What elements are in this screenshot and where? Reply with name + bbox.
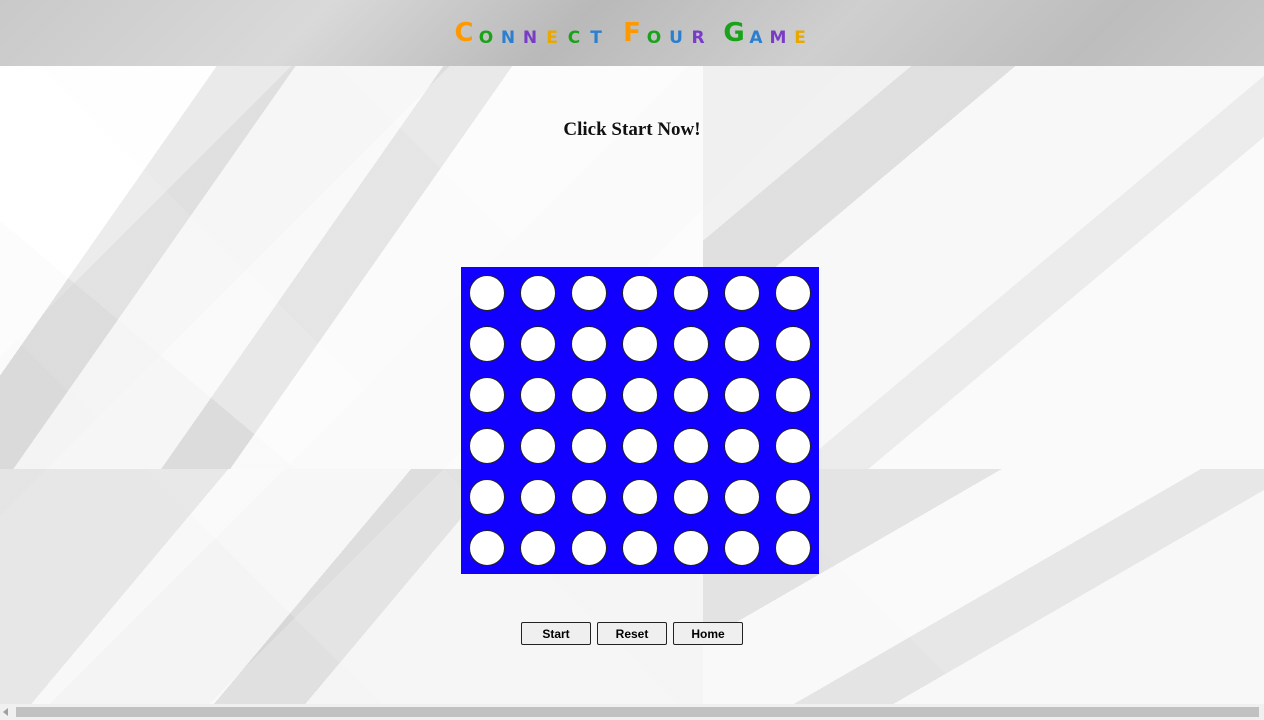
game-board xyxy=(461,267,819,574)
title-letter: U xyxy=(669,28,683,48)
board-cell[interactable] xyxy=(622,479,658,515)
board-cell[interactable] xyxy=(571,530,607,566)
board-cell[interactable] xyxy=(520,479,556,515)
board-cell[interactable] xyxy=(622,275,658,311)
board-cell[interactable] xyxy=(520,428,556,464)
board-cell[interactable] xyxy=(622,326,658,362)
board-cell[interactable] xyxy=(520,377,556,413)
board-cell[interactable] xyxy=(775,479,811,515)
board-cell[interactable] xyxy=(673,377,709,413)
title-letter: G xyxy=(723,18,745,48)
board-cell[interactable] xyxy=(724,377,760,413)
title-letter: A xyxy=(749,28,763,48)
board-cell[interactable] xyxy=(469,275,505,311)
board-cell[interactable] xyxy=(673,428,709,464)
scrollbar-thumb[interactable] xyxy=(16,707,1259,717)
board-cell[interactable] xyxy=(469,428,505,464)
reset-button[interactable]: Reset xyxy=(597,622,667,645)
start-button[interactable]: Start xyxy=(521,622,591,645)
board-cell[interactable] xyxy=(724,428,760,464)
board-cell[interactable] xyxy=(673,530,709,566)
title-letter xyxy=(607,28,621,48)
title-letter xyxy=(709,28,723,48)
board-cell[interactable] xyxy=(571,326,607,362)
board-cell[interactable] xyxy=(622,428,658,464)
title-letter: N xyxy=(500,28,516,48)
board-cell[interactable] xyxy=(673,326,709,362)
board-cell[interactable] xyxy=(571,428,607,464)
board-cell[interactable] xyxy=(469,479,505,515)
board-cell[interactable] xyxy=(724,326,760,362)
title-letter: C xyxy=(454,18,474,48)
board-cell[interactable] xyxy=(469,377,505,413)
game-controls: Start Reset Home xyxy=(0,622,1264,645)
horizontal-scrollbar[interactable] xyxy=(0,704,1264,720)
title-letter: O xyxy=(478,28,494,48)
board-cell[interactable] xyxy=(724,479,760,515)
board-cell[interactable] xyxy=(724,530,760,566)
title-letter: M xyxy=(769,28,787,48)
board-cell[interactable] xyxy=(775,275,811,311)
page-header: CONNECT FOUR GAME xyxy=(0,0,1264,66)
board-cell[interactable] xyxy=(520,275,556,311)
title-letter: E xyxy=(546,28,558,48)
board-cell[interactable] xyxy=(571,479,607,515)
title-letter: N xyxy=(522,28,538,48)
title-letter: O xyxy=(646,28,662,48)
board-cell[interactable] xyxy=(622,377,658,413)
board-cell[interactable] xyxy=(775,428,811,464)
board-cell[interactable] xyxy=(622,530,658,566)
board-cell[interactable] xyxy=(775,530,811,566)
scroll-left-arrow-icon[interactable] xyxy=(3,708,8,716)
title-letter: C xyxy=(567,28,581,48)
board-cell[interactable] xyxy=(571,377,607,413)
board-cell[interactable] xyxy=(469,530,505,566)
status-message: Click Start Now! xyxy=(563,119,701,140)
title-letter: R xyxy=(691,28,705,48)
board-cell[interactable] xyxy=(673,275,709,311)
board-cell[interactable] xyxy=(520,530,556,566)
title-letter: E xyxy=(794,28,806,48)
board-cell[interactable] xyxy=(775,377,811,413)
home-button[interactable]: Home xyxy=(673,622,743,645)
board-cell[interactable] xyxy=(673,479,709,515)
page-title: CONNECT FOUR GAME xyxy=(453,18,811,48)
board-cell[interactable] xyxy=(469,326,505,362)
board-cell[interactable] xyxy=(571,275,607,311)
title-letter: F xyxy=(623,18,641,48)
board-cell[interactable] xyxy=(724,275,760,311)
board-cell[interactable] xyxy=(775,326,811,362)
board-cell[interactable] xyxy=(520,326,556,362)
title-letter: T xyxy=(590,28,602,48)
